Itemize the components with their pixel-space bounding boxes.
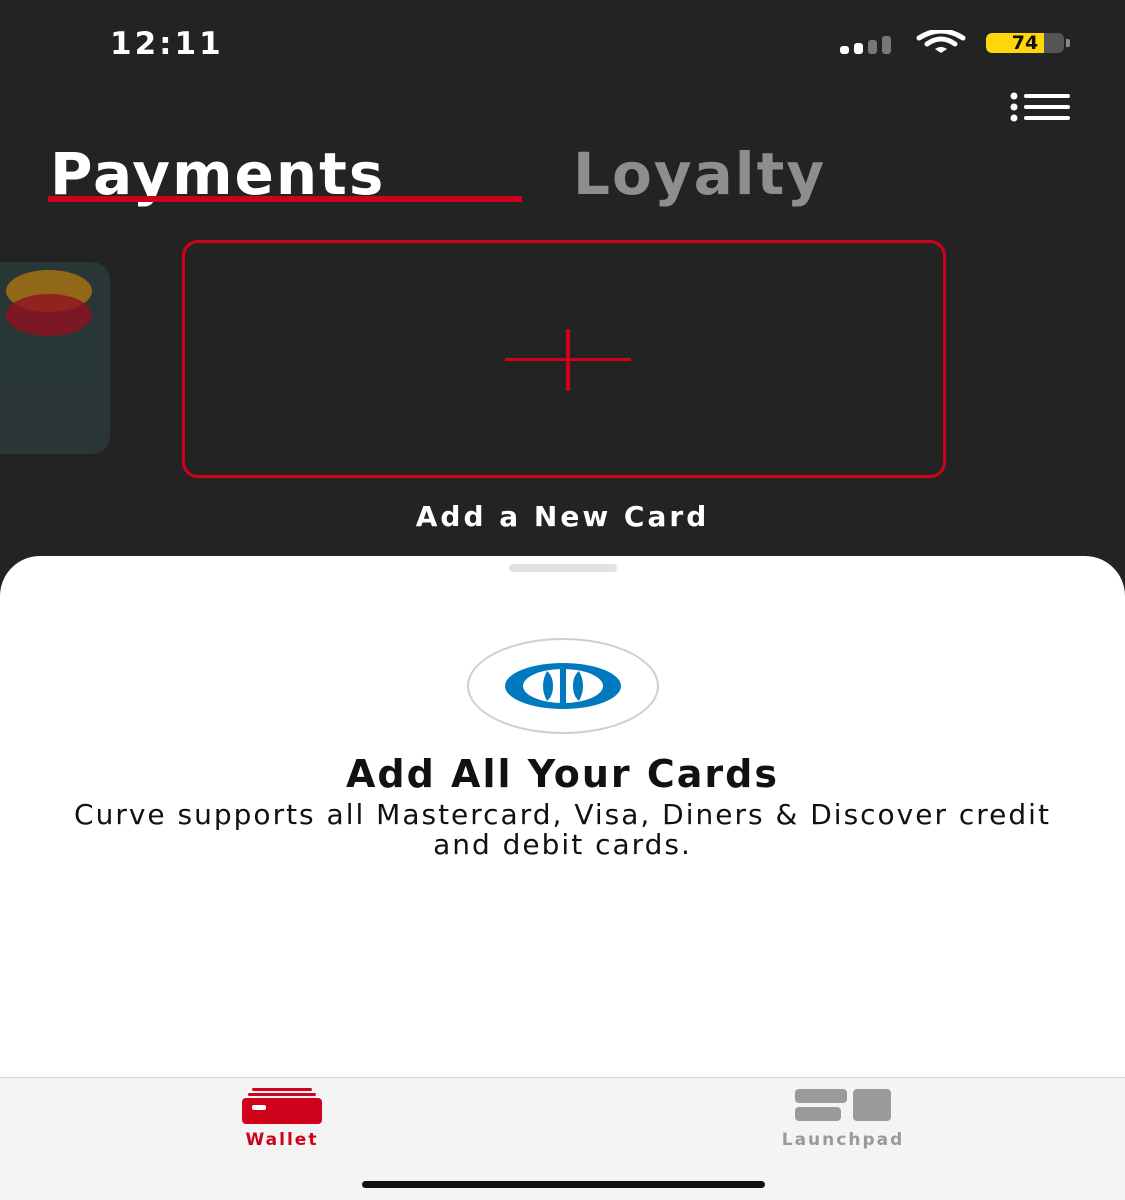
home-indicator <box>362 1181 765 1188</box>
diners-club-logo <box>467 638 659 734</box>
list-menu-icon[interactable] <box>1010 92 1072 122</box>
sheet-grabber[interactable] <box>509 564 617 572</box>
battery-tip <box>1066 39 1070 47</box>
status-bar: 12:11 74 <box>0 0 1125 90</box>
sheet-description: Curve supports all Mastercard, Visa, Din… <box>74 798 1051 861</box>
side-card-mastercard[interactable] <box>0 262 110 454</box>
battery-level: 74 <box>1011 33 1039 53</box>
cellular-signal-icon <box>840 34 900 54</box>
mastercard-logo-right <box>6 294 92 336</box>
status-time: 12:11 <box>110 26 224 62</box>
tab-launchpad[interactable]: Launchpad <box>723 1078 963 1158</box>
launchpad-icon <box>795 1089 891 1121</box>
tab-active-underline <box>48 196 522 202</box>
tab-loyalty[interactable]: Loyalty <box>573 138 826 210</box>
info-sheet: Add All Your Cards Curve supports all Ma… <box>0 556 1125 1077</box>
tab-launchpad-label: Launchpad <box>781 1130 905 1150</box>
add-card-label: Add a New Card <box>415 500 710 533</box>
battery-icon: 74 <box>986 33 1064 53</box>
add-card-button[interactable] <box>182 240 946 478</box>
wifi-icon <box>916 30 966 53</box>
tab-wallet[interactable]: Wallet <box>162 1078 402 1158</box>
tab-wallet-label: Wallet <box>245 1130 319 1150</box>
wallet-icon <box>242 1088 322 1124</box>
plus-icon-vertical <box>566 329 570 391</box>
sheet-title: Add All Your Cards <box>346 752 779 796</box>
